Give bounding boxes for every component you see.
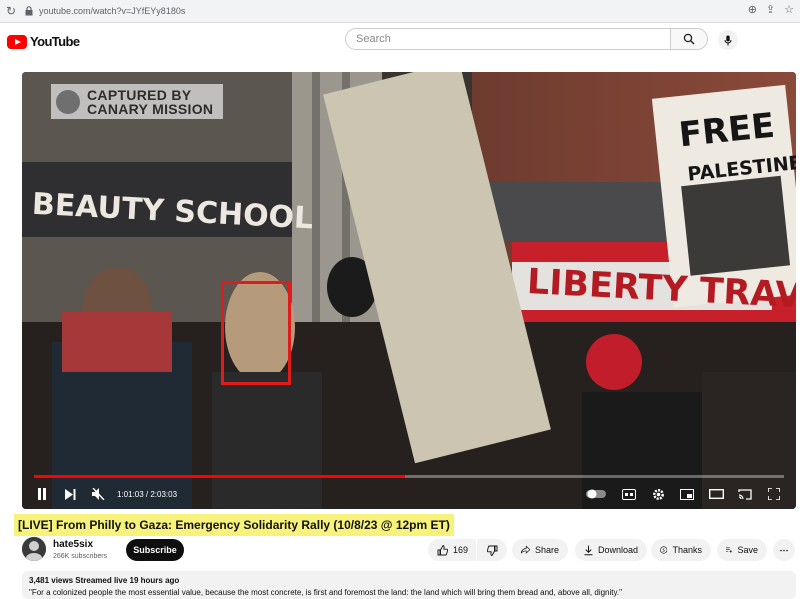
lock-icon[interactable] — [22, 4, 36, 18]
save-label: Save — [737, 545, 758, 555]
thanks-label: Thanks — [672, 545, 702, 555]
fullscreen-icon[interactable] — [765, 485, 783, 503]
video-player[interactable]: BEAUTY SCHOOL LIBERTY TRAVE FREE PALESTI… — [22, 72, 796, 509]
video-title: [LIVE] From Philly to Gaza: Emergency So… — [14, 514, 454, 536]
thumbs-down-icon — [486, 545, 497, 556]
channel-name[interactable]: hate5six — [53, 539, 93, 550]
cast-page-icon[interactable]: ⊕ — [748, 3, 757, 16]
youtube-header: YouTube Search — [0, 23, 800, 59]
channel-avatar[interactable] — [22, 537, 46, 561]
more-actions-button[interactable]: ⋯ — [773, 539, 795, 561]
download-button[interactable]: Download — [575, 539, 647, 561]
settings-gear-icon[interactable] — [649, 485, 667, 503]
subscriber-count: 266K subscribers — [53, 553, 108, 560]
next-icon[interactable] — [62, 485, 78, 503]
thanks-dollar-icon: $ — [660, 546, 668, 554]
search-icon — [683, 33, 695, 45]
reload-icon[interactable]: ↻ — [0, 4, 22, 18]
bookmark-star-icon[interactable]: ☆ — [784, 3, 794, 16]
video-frame: BEAUTY SCHOOL LIBERTY TRAVE FREE PALESTI… — [22, 72, 796, 509]
share-button[interactable]: Share — [512, 539, 568, 561]
captions-icon[interactable] — [620, 485, 638, 503]
theater-mode-icon[interactable] — [707, 485, 725, 503]
progress-bar[interactable] — [34, 475, 784, 478]
cast-icon[interactable] — [736, 485, 754, 503]
watermark-overlay: CAPTURED BY CANARY MISSION — [51, 84, 223, 119]
youtube-logo[interactable]: YouTube — [7, 34, 80, 49]
share-label: Share — [534, 545, 559, 555]
share-page-icon[interactable]: ⇪ — [766, 3, 775, 16]
description-text: "For a colonized people the most essenti… — [29, 588, 622, 597]
logo-text: YouTube — [30, 34, 80, 49]
download-icon — [584, 545, 593, 555]
pause-icon[interactable] — [34, 485, 50, 503]
description-box[interactable]: 3,481 views Streamed live 19 hours ago "… — [22, 571, 796, 599]
save-button[interactable]: Save — [717, 539, 767, 561]
time-display: 1:01:03 / 2:03:03 — [117, 490, 178, 499]
miniplayer-icon[interactable] — [678, 485, 696, 503]
microphone-icon — [724, 35, 732, 45]
watermark-line1: CAPTURED BY — [87, 86, 192, 103]
voice-search-button[interactable] — [718, 30, 738, 50]
browser-address-bar: ↻ youtube.com/watch?v=JYfEYy8180s ⊕ ⇪ ☆ — [0, 0, 800, 23]
like-count: 169 — [453, 545, 469, 555]
progress-played — [34, 475, 406, 478]
share-arrow-icon — [521, 545, 530, 554]
view-count-and-date: 3,481 views Streamed live 19 hours ago — [29, 576, 180, 585]
download-label: Download — [597, 545, 638, 555]
like-button[interactable]: 169 — [428, 539, 476, 561]
player-controls: 1:01:03 / 2:03:03 — [22, 480, 796, 508]
canary-logo-icon — [56, 89, 80, 114]
youtube-play-icon — [7, 34, 27, 49]
face-highlight-box — [221, 281, 291, 385]
search-button[interactable] — [670, 28, 708, 50]
dislike-button[interactable] — [477, 539, 507, 561]
address-url[interactable]: youtube.com/watch?v=JYfEYy8180s — [39, 6, 185, 16]
subscribe-button[interactable]: Subscribe — [126, 539, 184, 561]
mute-icon[interactable] — [90, 485, 106, 503]
thanks-button[interactable]: $ Thanks — [651, 539, 711, 561]
svg-text:$: $ — [662, 548, 665, 554]
watermark-line2: CANARY MISSION — [87, 100, 214, 117]
autoplay-toggle[interactable] — [585, 485, 607, 503]
more-dots-icon: ⋯ — [779, 544, 789, 555]
search-input[interactable]: Search — [345, 28, 671, 50]
save-playlist-icon — [726, 547, 733, 553]
thumbs-up-icon — [437, 544, 448, 555]
